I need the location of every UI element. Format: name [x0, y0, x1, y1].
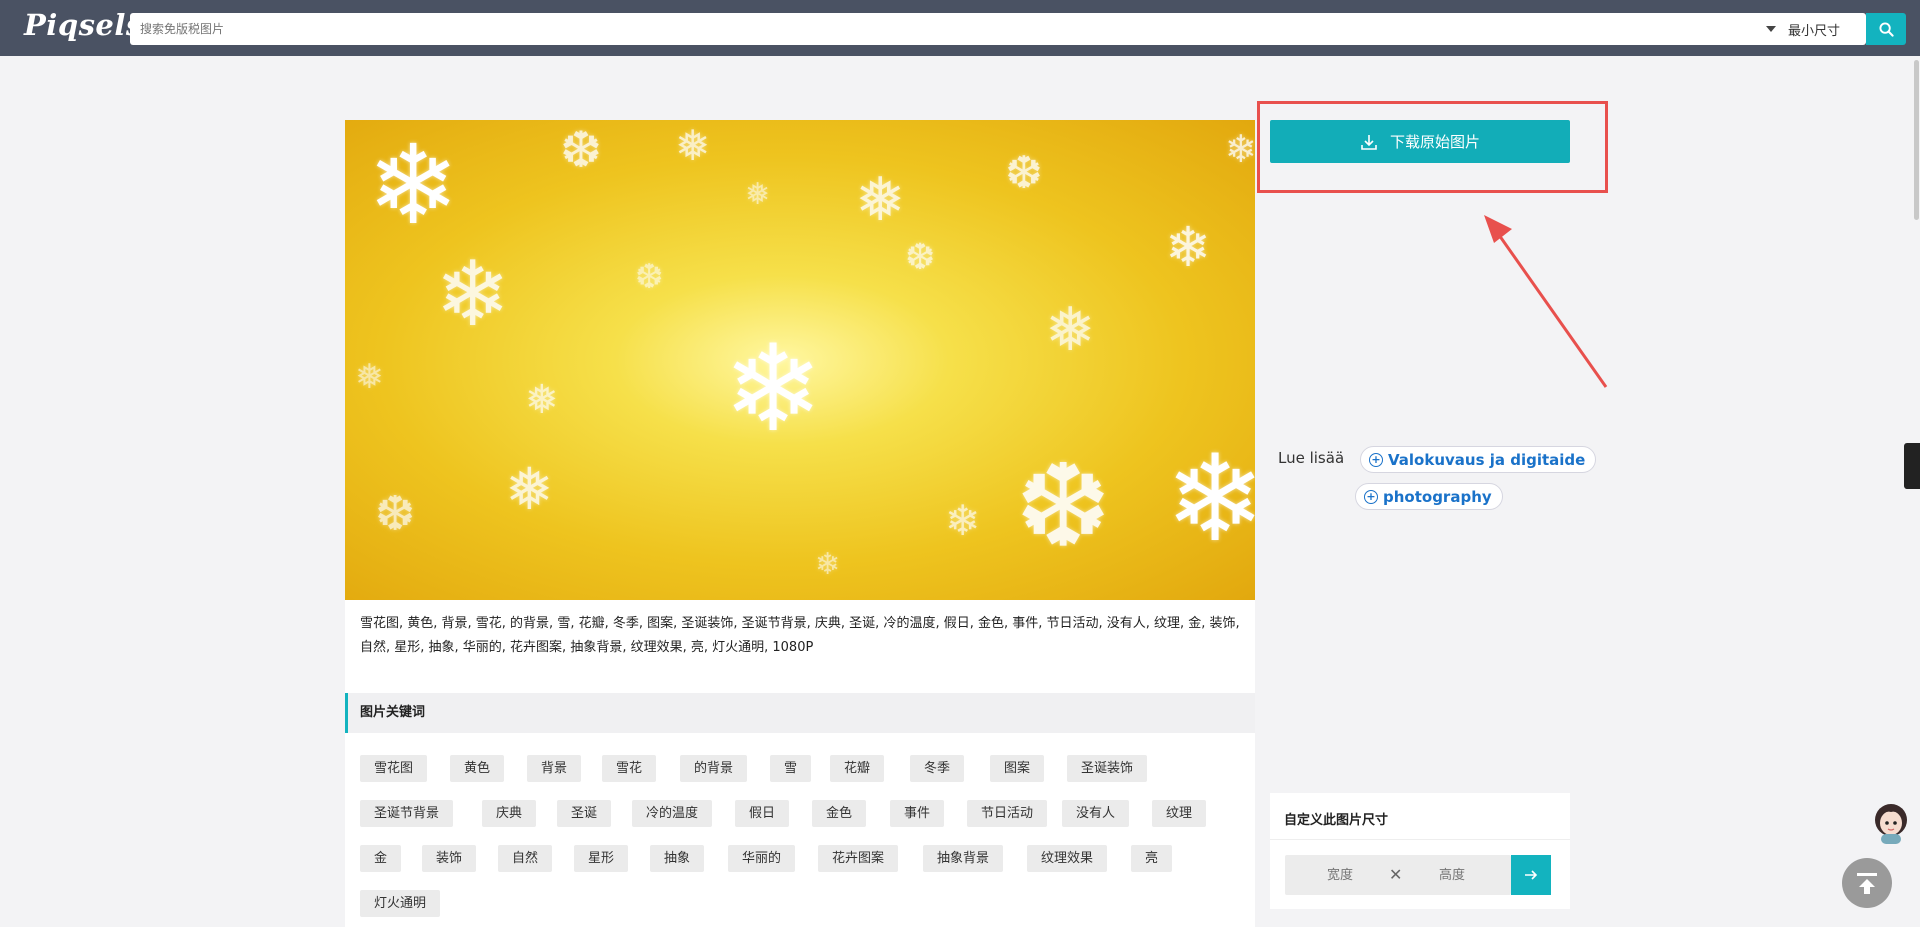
times-icon: ✕ [1389, 865, 1403, 884]
snowflake-icon: ❅ [525, 377, 559, 423]
snowflake-icon: ❆ [560, 121, 602, 179]
search-bar: 最小尺寸 [130, 13, 1906, 45]
keyword-tag[interactable]: 灯火通明 [360, 890, 441, 917]
category-link[interactable]: + photography [1355, 483, 1503, 510]
plus-circle-icon: + [1364, 489, 1378, 504]
keyword-tag[interactable]: 金色 [812, 800, 867, 827]
snowflake-icon: ❄ [435, 242, 511, 347]
download-original-button[interactable]: 下载原始图片 [1270, 120, 1570, 163]
keyword-tag[interactable]: 庆典 [482, 800, 537, 827]
keyword-tag[interactable]: 雪花图 [360, 755, 428, 782]
snowflake-icon: ❅ [1045, 295, 1096, 365]
search-button[interactable] [1866, 13, 1906, 45]
caret-down-icon [1766, 26, 1776, 32]
keyword-tag[interactable]: 亮 [1131, 845, 1173, 872]
keyword-tag[interactable]: 黄色 [450, 755, 505, 782]
photo-details-card: 雪花图, 黄色, 背景, 雪花, 的背景, 雪, 花瓣, 冬季, 图案, 圣诞装… [345, 600, 1255, 927]
scrollbar-thumb[interactable] [1914, 60, 1919, 220]
keyword-tag[interactable]: 没有人 [1062, 800, 1130, 827]
keyword-tag[interactable]: 星形 [574, 845, 629, 872]
keyword-tag[interactable]: 雪 [770, 755, 812, 782]
snowflake-icon: ❅ [505, 455, 554, 523]
keyword-tag[interactable]: 金 [360, 845, 402, 872]
search-icon [1878, 21, 1894, 37]
custom-size-panel: 自定义此图片尺寸 ✕ [1270, 793, 1570, 909]
category-link-label: photography [1383, 487, 1492, 506]
snowflake-icon: ❅ [355, 357, 384, 397]
keyword-tag[interactable]: 节日活动 [967, 800, 1048, 827]
keyword-tag[interactable]: 事件 [890, 800, 945, 827]
snowflake-icon: ❆ [1015, 440, 1112, 574]
download-icon [1361, 134, 1377, 150]
keyword-tag[interactable]: 装饰 [422, 845, 477, 872]
keyword-tag[interactable]: 冷的温度 [632, 800, 713, 827]
dimension-inputs: ✕ [1285, 855, 1511, 895]
keyword-tag[interactable]: 假日 [735, 800, 790, 827]
keyword-tag[interactable]: 图案 [990, 755, 1045, 782]
keyword-tag[interactable]: 圣诞装饰 [1067, 755, 1148, 782]
snowflake-icon: ❄ [1225, 127, 1255, 171]
width-input[interactable] [1295, 855, 1385, 895]
keyword-tag[interactable]: 抽象 [650, 845, 705, 872]
assistant-avatar-icon[interactable] [1871, 800, 1911, 844]
keyword-tag[interactable]: 背景 [527, 755, 582, 782]
snowflake-icon: ❆ [375, 486, 416, 542]
size-filter-select[interactable]: 最小尺寸 [1766, 13, 1866, 45]
category-link[interactable]: + Valokuvaus ja digitaide [1360, 446, 1597, 473]
snowflake-icon: ❄ [367, 121, 460, 249]
plus-circle-icon: + [1369, 452, 1383, 467]
side-feedback-tab[interactable] [1904, 443, 1920, 489]
snowflake-icon: ❆ [905, 237, 936, 278]
keyword-tag[interactable]: 花卉图案 [818, 845, 899, 872]
top-bar: Piqsels 最小尺寸 [0, 0, 1920, 56]
keyword-tag[interactable]: 自然 [498, 845, 553, 872]
keyword-tag[interactable]: 冬季 [910, 755, 965, 782]
arrow-right-icon [1525, 870, 1538, 880]
snowflake-icon: ❄ [815, 547, 841, 582]
photo-description: 雪花图, 黄色, 背景, 雪花, 的背景, 雪, 花瓣, 冬季, 图案, 圣诞装… [360, 616, 1240, 655]
arrow-up-icon [1857, 873, 1877, 894]
snowflake-icon: ❅ [855, 165, 906, 235]
annotation-arrow-icon [1484, 215, 1608, 388]
snowflake-icon: ❄ [723, 320, 824, 459]
divider [1270, 839, 1570, 840]
custom-size-title: 自定义此图片尺寸 [1284, 813, 1389, 828]
main-photo: ❄ ❄ ❄ ❅ ❆ ❅ ❆ ❄ ❅ ❄ ❆ ❅ ❆ ❄ ❅ ❆ ❄ ❅ ❆ ❄ … [345, 120, 1255, 600]
keyword-tag[interactable]: 的背景 [680, 755, 748, 782]
height-input[interactable] [1407, 855, 1497, 895]
category-link-label: Valokuvaus ja digitaide [1388, 450, 1586, 469]
back-to-top-button[interactable] [1842, 858, 1892, 908]
download-button-label: 下载原始图片 [1389, 133, 1480, 151]
keyword-tag[interactable]: 纹理 [1152, 800, 1207, 827]
snowflake-icon: ❄ [1165, 215, 1212, 279]
snowflake-icon: ❄ [945, 496, 981, 545]
size-filter-label: 最小尺寸 [1788, 23, 1841, 39]
keyword-tag[interactable]: 圣诞 [557, 800, 612, 827]
keyword-tag[interactable]: 纹理效果 [1027, 845, 1108, 872]
keyword-tag[interactable]: 雪花 [602, 755, 657, 782]
keyword-tag[interactable]: 花瓣 [830, 755, 885, 782]
snowflake-icon: ❅ [745, 177, 771, 212]
site-logo[interactable]: Piqsels [24, 8, 143, 42]
snowflake-icon: ❆ [1005, 146, 1043, 199]
keyword-tag[interactable]: 华丽的 [728, 845, 796, 872]
read-more-label: Lue lisää [1278, 449, 1345, 467]
keyword-tag[interactable]: 圣诞节背景 [360, 800, 454, 827]
resize-go-button[interactable] [1511, 855, 1551, 895]
snowflake-icon: ❆ [635, 257, 664, 297]
search-input[interactable] [140, 13, 1740, 45]
keyword-tag[interactable]: 抽象背景 [923, 845, 1004, 872]
snowflake-icon: ❅ [675, 121, 711, 170]
keywords-heading: 图片关键词 [345, 693, 1255, 733]
snowflake-icon: ❄ [1165, 430, 1255, 569]
